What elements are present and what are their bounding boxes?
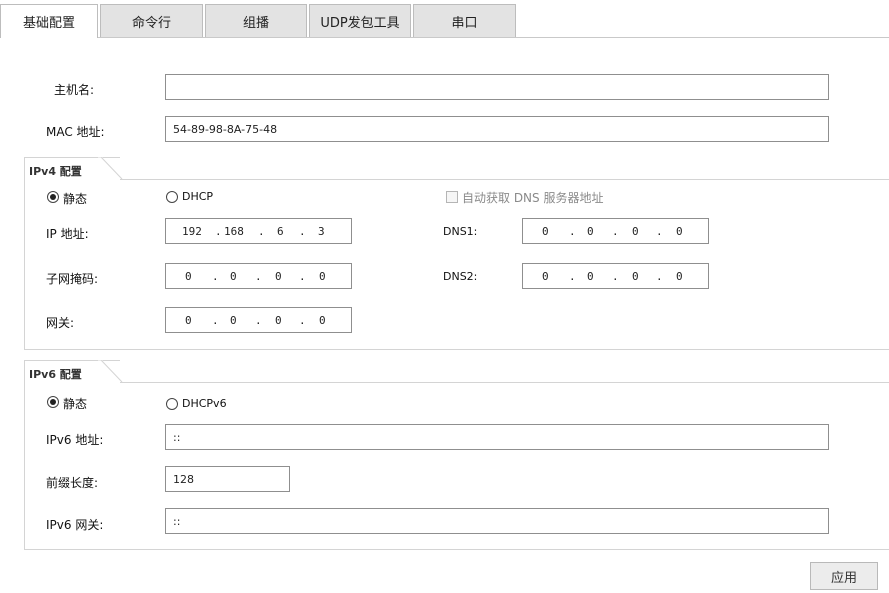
auto-dns-checkbox[interactable] [446,191,458,203]
ip-octet: 0 [185,314,192,327]
ip-address-input[interactable]: 192 . 168 . 6 . 3 [165,218,352,244]
ipv4-dhcp-label: DHCP [182,190,214,203]
tab-command-line[interactable]: 命令行 [100,4,203,37]
subnet-mask-input[interactable]: 0 . 0 . 0 . 0 [165,263,352,289]
tab-multicast[interactable]: 组播 [205,4,307,37]
ip-dot: . [255,270,262,283]
ip-octet: 0 [319,314,326,327]
hostname-label: 主机名: [54,83,95,97]
tab-udp-tool[interactable]: UDP发包工具 [309,4,411,37]
hostname-input[interactable] [165,74,829,100]
auto-dns-label: 自动获取 DNS 服务器地址 [462,191,604,205]
gateway-input[interactable]: 0 . 0 . 0 . 0 [165,307,352,333]
ipv4-static-radio[interactable] [47,191,59,203]
ipv6-gateway-input[interactable] [165,508,829,534]
ip-octet: 192 [182,225,202,238]
prefix-length-input[interactable] [165,466,290,492]
apply-button[interactable]: 应用 [810,562,878,590]
gateway-label: 网关: [46,316,75,330]
ipv6-address-input[interactable] [165,424,829,450]
ip-octet: 0 [230,314,237,327]
ip-dot: . [255,314,262,327]
ip-dot: . [612,225,619,238]
ip-dot: . [656,225,663,238]
ipv6-static-label: 静态 [63,397,88,411]
dns2-label: DNS2: [443,270,478,283]
tab-bar: 基础配置 命令行 组播 UDP发包工具 串口 [0,0,889,38]
ip-octet: 0 [542,225,549,238]
ip-dot: . [612,270,619,283]
ip-octet: 0 [587,225,594,238]
ip-dot: . [569,270,576,283]
ip-octet: 168 [224,225,244,238]
ipv6-dhcpv6-label: DHCPv6 [182,397,227,410]
dns1-label: DNS1: [443,225,478,238]
ip-dot: . [299,225,306,238]
tab-serial-port[interactable]: 串口 [413,4,516,37]
ipv6-static-radio[interactable] [47,396,59,408]
mac-label: MAC 地址: [46,125,105,139]
ip-dot: . [569,225,576,238]
ip-octet: 0 [632,225,639,238]
ipv4-static-label: 静态 [63,192,88,206]
ipv4-section [24,179,889,350]
ip-dot: . [212,270,219,283]
ip-octet: 6 [277,225,284,238]
ipv6-gateway-label: IPv6 网关: [46,518,104,532]
ip-octet: 0 [275,314,282,327]
ip-octet: 0 [676,270,683,283]
dns2-input[interactable]: 0 . 0 . 0 . 0 [522,263,709,289]
ip-octet: 0 [676,225,683,238]
ip-octet: 0 [542,270,549,283]
ip-dot: . [215,225,222,238]
prefix-length-label: 前缀长度: [46,476,99,490]
ip-address-label: IP 地址: [46,227,89,241]
ip-dot: . [258,225,265,238]
ipv6-dhcpv6-radio[interactable] [166,398,178,410]
tab-basic-config[interactable]: 基础配置 [0,4,98,38]
ip-dot: . [656,270,663,283]
ip-dot: . [212,314,219,327]
ipv6-legend-tab-edge [98,360,123,383]
ipv6-address-label: IPv6 地址: [46,433,104,447]
ipv4-dhcp-radio[interactable] [166,191,178,203]
ip-dot: . [299,314,306,327]
ipv4-legend-tab-edge [98,157,123,180]
ip-octet: 0 [587,270,594,283]
tab-bar-divider [0,37,889,38]
ip-octet: 0 [230,270,237,283]
ip-octet: 0 [275,270,282,283]
ip-dot: . [299,270,306,283]
ip-octet: 0 [319,270,326,283]
ip-octet: 0 [185,270,192,283]
ip-octet: 3 [318,225,325,238]
subnet-mask-label: 子网掩码: [46,272,99,286]
dns1-input[interactable]: 0 . 0 . 0 . 0 [522,218,709,244]
mac-input[interactable] [165,116,829,142]
ip-octet: 0 [632,270,639,283]
